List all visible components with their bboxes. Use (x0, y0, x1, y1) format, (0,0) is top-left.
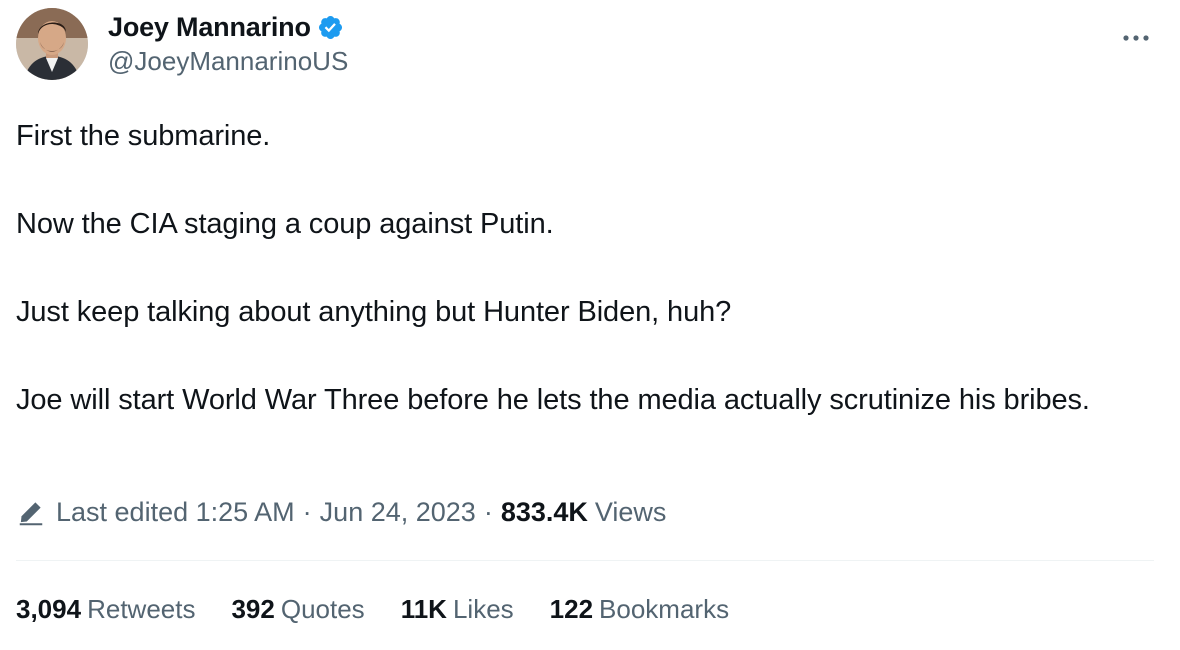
tweet-date-link[interactable]: Jun 24, 2023 (320, 497, 476, 528)
verified-badge-icon (317, 14, 344, 41)
retweets-label: Retweets (87, 593, 196, 624)
tweet: Joey Mannarino @JoeyMannarinoUS First th… (0, 0, 1180, 650)
likes-label: Likes (452, 593, 514, 624)
author-display-name[interactable]: Joey Mannarino (108, 12, 311, 43)
retweets-stat-link[interactable]: 3,094 Retweets (16, 594, 195, 625)
bookmarks-count: 122 (549, 593, 594, 624)
separator: · (483, 496, 493, 527)
divider (16, 560, 1154, 561)
tweet-text-paragraph: First the submarine. (16, 120, 271, 152)
last-edited-link[interactable]: Last edited 1:25 AM (56, 497, 295, 528)
likes-stat-link[interactable]: 11K Likes (401, 594, 514, 625)
author-name-row: Joey Mannarino (108, 10, 344, 44)
author-handle[interactable]: @JoeyMannarinoUS (108, 46, 348, 77)
quotes-count: 392 (231, 593, 275, 624)
bookmarks-label: Bookmarks (599, 593, 730, 624)
retweets-count: 3,094 (16, 593, 82, 624)
tweet-meta: Last edited 1:25 AM · Jun 24, 2023 · 833… (16, 492, 666, 532)
tweet-text-paragraph: Joe will start World War Three before he… (16, 384, 1090, 416)
more-options-icon[interactable] (1118, 22, 1154, 52)
pencil-edit-icon (16, 497, 46, 527)
views-label: Views (594, 496, 667, 527)
bookmarks-stat-link[interactable]: 122 Bookmarks (550, 594, 729, 625)
tweet-text-paragraph: Just keep talking about anything but Hun… (16, 296, 732, 328)
tweet-stats: 3,094 Retweets 392 Quotes 11K Likes 122 Book… (16, 588, 765, 630)
views-count: 833.4K (500, 496, 588, 527)
separator: · (302, 496, 312, 527)
avatar[interactable] (16, 8, 88, 80)
likes-count: 11K (400, 593, 447, 624)
tweet-text-paragraph: Now the CIA staging a coup against Putin… (16, 208, 554, 240)
quotes-stat-link[interactable]: 392 Quotes (231, 594, 364, 625)
quotes-label: Quotes (280, 593, 365, 624)
